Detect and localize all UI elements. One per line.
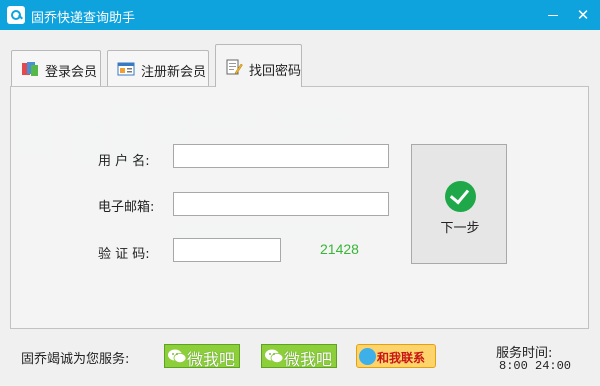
minimize-icon bbox=[548, 15, 558, 16]
wechat-icon bbox=[264, 348, 284, 365]
title-bar: 固乔快递查询助手 ✕ bbox=[0, 0, 600, 30]
captcha-label: 验 证 码: bbox=[98, 247, 150, 262]
email-label: 电子邮箱: bbox=[98, 200, 155, 215]
tab-register-label: 注册新会员 bbox=[141, 65, 207, 80]
wechat-label-1: 微我吧 bbox=[187, 350, 236, 369]
wechat-button-1[interactable]: 微我吧 bbox=[164, 344, 240, 369]
service-label: 固乔竭诚为您服务: bbox=[21, 352, 130, 367]
email-input[interactable] bbox=[173, 192, 389, 216]
captcha-input[interactable] bbox=[173, 238, 281, 262]
tab-recover-label: 找回密码 bbox=[249, 64, 302, 79]
wechat-button-2[interactable]: 微我吧 bbox=[261, 344, 337, 369]
wechat-icon bbox=[167, 348, 187, 365]
minimize-button[interactable] bbox=[538, 0, 568, 30]
service-hours-value: 8:00 24:00 bbox=[499, 359, 572, 373]
tab-login-label: 登录会员 bbox=[45, 65, 98, 80]
close-button[interactable]: ✕ bbox=[568, 0, 598, 30]
qq-contact-label: 和我联系 bbox=[377, 351, 426, 365]
next-step-button[interactable]: 下一步 bbox=[411, 144, 507, 264]
tab-login-member[interactable]: 登录会员 bbox=[11, 50, 101, 86]
members-icon bbox=[21, 61, 39, 77]
app-search-icon bbox=[7, 6, 25, 24]
tab-register[interactable]: 注册新会员 bbox=[107, 50, 209, 86]
next-step-label: 下一步 bbox=[440, 221, 480, 236]
username-input[interactable] bbox=[173, 144, 389, 168]
username-label: 用 户 名: bbox=[98, 154, 150, 169]
wechat-label-2: 微我吧 bbox=[284, 350, 333, 369]
window-body: 登录会员 注册新会员 找回密码 用 户 名: 电子邮箱: 验 证 码: 2142… bbox=[0, 30, 600, 386]
captcha-code[interactable]: 21428 bbox=[320, 241, 359, 257]
qq-penguin-icon bbox=[359, 348, 376, 365]
green-check-icon bbox=[445, 181, 476, 212]
window-title: 固乔快递查询助手 bbox=[31, 11, 136, 26]
notepad-pencil-icon bbox=[225, 59, 243, 75]
tab-recover-password[interactable]: 找回密码 bbox=[215, 44, 302, 87]
register-card-icon bbox=[117, 61, 135, 77]
qq-contact-button[interactable]: 和我联系 bbox=[356, 344, 436, 368]
